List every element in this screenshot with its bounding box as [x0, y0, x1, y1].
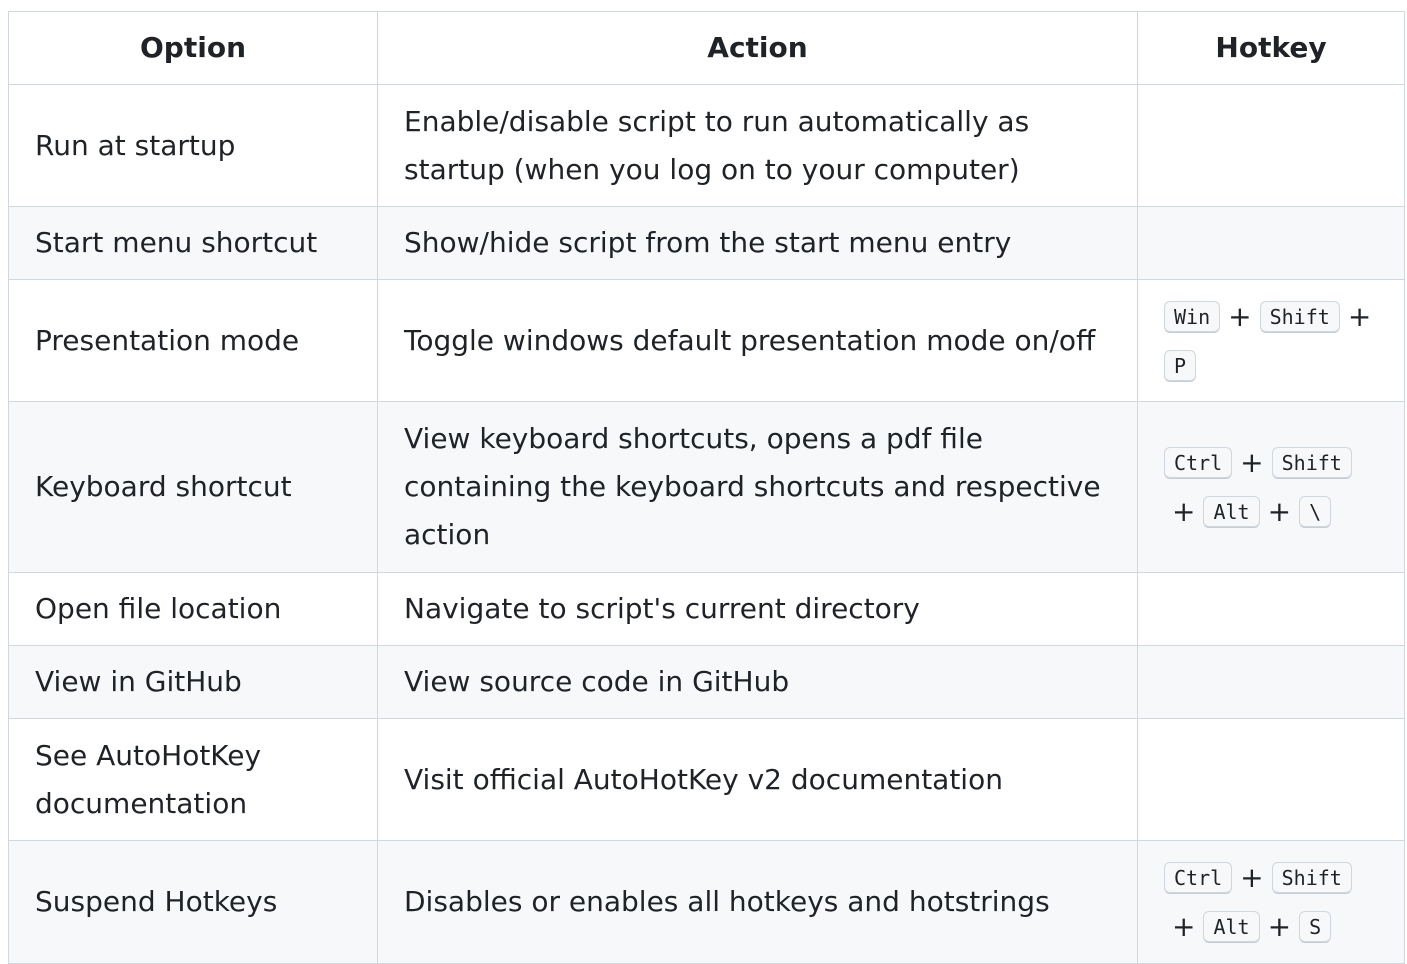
plus-separator: + [1347, 300, 1372, 333]
table-header-row: Option Action Hotkey [8, 11, 1405, 85]
plus-separator: + [1240, 446, 1264, 479]
plus-separator: + [1267, 495, 1292, 528]
hotkey-cell: Win + Shift +P [1137, 279, 1405, 402]
hotkey-key: Ctrl [1164, 862, 1233, 894]
plus-separator: + [1240, 861, 1264, 894]
option-cell: Run at startup [8, 84, 378, 207]
header-hotkey: Hotkey [1137, 11, 1405, 85]
table-row: Presentation mode Toggle windows default… [8, 279, 1405, 402]
action-cell: Visit official AutoHotKey v2 documentati… [377, 718, 1138, 841]
action-cell: View source code in GitHub [377, 645, 1138, 719]
header-action: Action [377, 11, 1138, 85]
table-row: Suspend Hotkeys Disables or enables all … [8, 840, 1405, 964]
option-cell: Start menu shortcut [8, 206, 378, 280]
option-cell: Keyboard shortcut [8, 401, 378, 573]
action-cell: Show/hide script from the start menu ent… [377, 206, 1138, 280]
hotkey-key: Win [1164, 301, 1221, 333]
plus-separator: + [1267, 910, 1292, 943]
hotkey-key: Shift [1271, 447, 1352, 479]
table-row: See AutoHotKey documentation Visit offic… [8, 718, 1405, 841]
hotkey-key: Shift [1271, 862, 1352, 894]
option-cell: See AutoHotKey documentation [8, 718, 378, 841]
option-cell: Presentation mode [8, 279, 378, 402]
plus-separator: + [1172, 495, 1196, 528]
table-row: View in GitHub View source code in GitHu… [8, 645, 1405, 719]
options-table-container: Option Action Hotkey Run at startup Enab… [8, 11, 1405, 964]
hotkey-cell [1137, 206, 1405, 280]
hotkey-cell [1137, 572, 1405, 646]
option-cell: Suspend Hotkeys [8, 840, 378, 964]
hotkey-key: Shift [1259, 301, 1340, 333]
hotkey-key: Alt [1203, 496, 1260, 528]
option-cell: View in GitHub [8, 645, 378, 719]
hotkey-key: \ [1299, 496, 1332, 528]
plus-separator: + [1172, 910, 1196, 943]
table-row: Keyboard shortcut View keyboard shortcut… [8, 401, 1405, 573]
action-cell: Navigate to script's current directory [377, 572, 1138, 646]
hotkey-cell [1137, 718, 1405, 841]
table-row: Open file location Navigate to script's … [8, 572, 1405, 646]
action-cell: Toggle windows default presentation mode… [377, 279, 1138, 402]
hotkey-cell: Ctrl + Shift+ Alt + S [1137, 840, 1405, 964]
table-row: Run at startup Enable/disable script to … [8, 84, 1405, 207]
hotkey-key: P [1164, 350, 1197, 382]
hotkey-cell [1137, 84, 1405, 207]
hotkey-cell [1137, 645, 1405, 719]
hotkey-key: Ctrl [1164, 447, 1233, 479]
action-cell: View keyboard shortcuts, opens a pdf fil… [377, 401, 1138, 573]
options-table: Option Action Hotkey Run at startup Enab… [8, 11, 1405, 964]
hotkey-key: Alt [1203, 911, 1260, 943]
plus-separator: + [1228, 300, 1252, 333]
action-cell: Enable/disable script to run automatical… [377, 84, 1138, 207]
option-cell: Open file location [8, 572, 378, 646]
table-row: Start menu shortcut Show/hide script fro… [8, 206, 1405, 280]
hotkey-key: S [1299, 911, 1332, 943]
header-option: Option [8, 11, 378, 85]
hotkey-cell: Ctrl + Shift+ Alt + \ [1137, 401, 1405, 573]
action-cell: Disables or enables all hotkeys and hots… [377, 840, 1138, 964]
